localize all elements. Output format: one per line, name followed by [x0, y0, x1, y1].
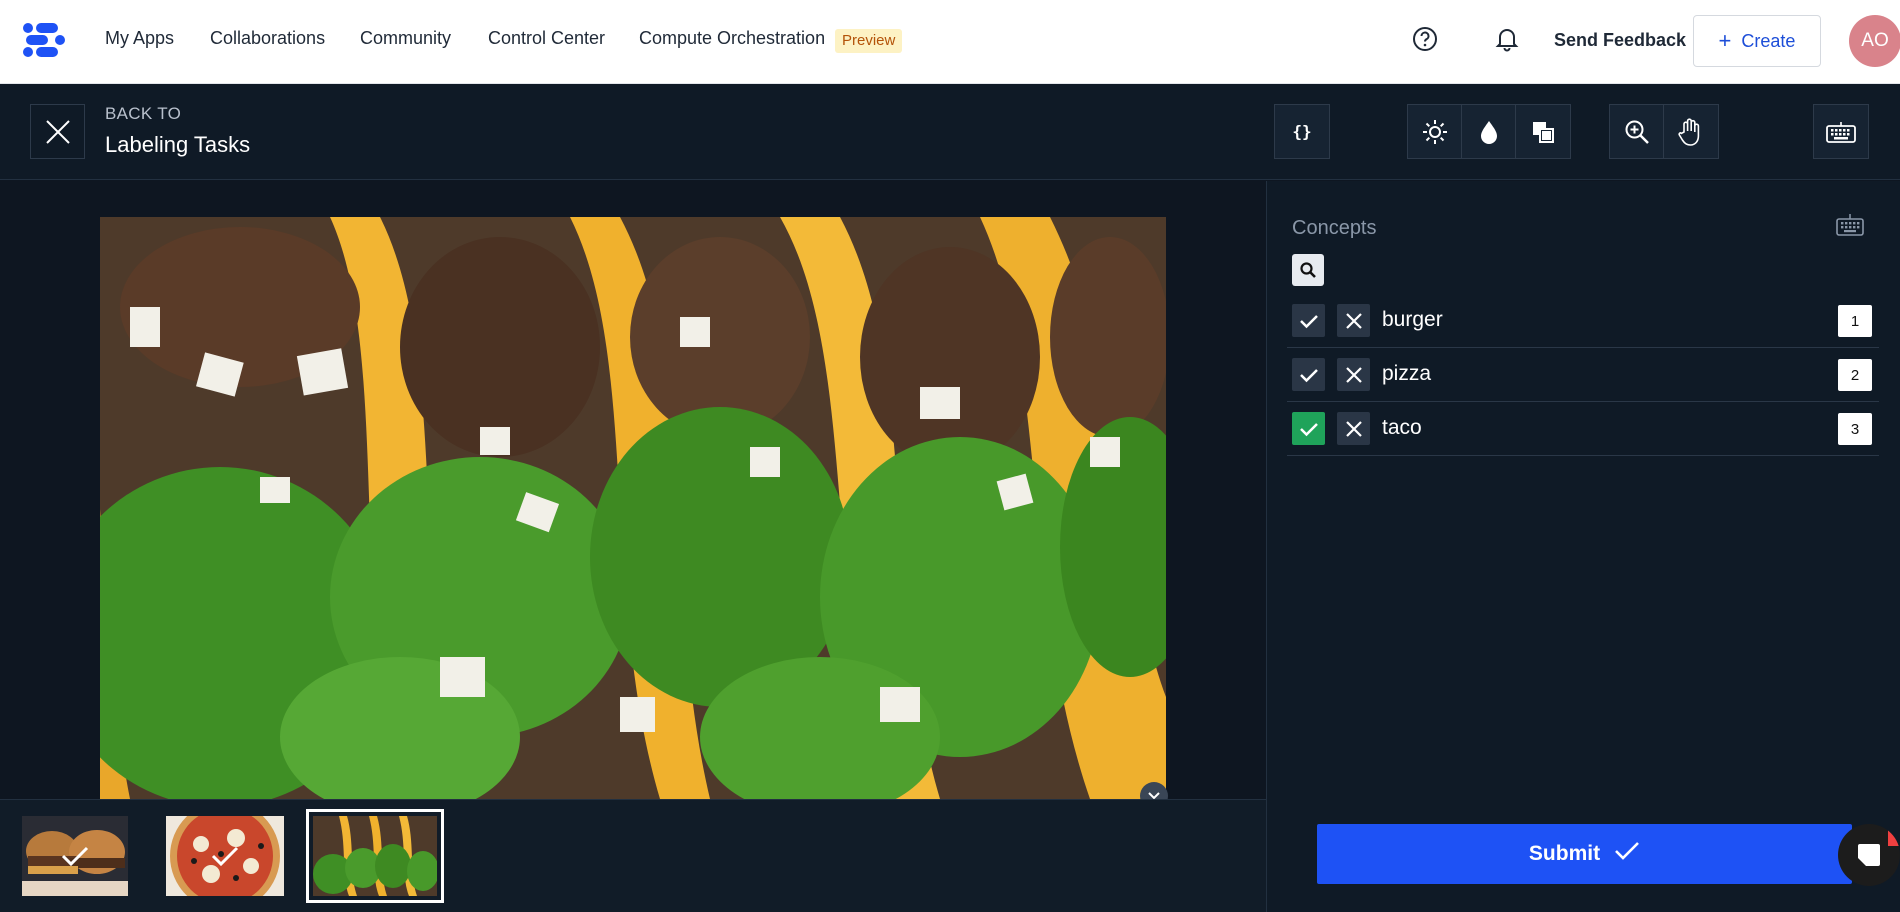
nav-control-center[interactable]: Control Center	[488, 28, 605, 49]
create-button[interactable]: + Create	[1693, 15, 1821, 67]
accept-concept-button[interactable]	[1292, 412, 1325, 445]
concept-row-pizza: pizza 2	[1287, 347, 1879, 402]
view-tool-group	[1609, 104, 1719, 159]
image-adjust-tool-group	[1407, 104, 1571, 159]
reject-concept-button[interactable]	[1337, 358, 1370, 391]
nav-community[interactable]: Community	[360, 28, 451, 49]
bell-icon[interactable]	[1492, 24, 1522, 54]
plus-icon: +	[1718, 28, 1732, 53]
thumbnail-strip	[0, 799, 1266, 912]
keyboard-tool-group	[1813, 104, 1869, 159]
concept-label: burger	[1382, 308, 1443, 331]
chat-widget-icon[interactable]	[1838, 824, 1900, 886]
shortcut-key: 3	[1838, 413, 1872, 445]
clarifai-logo-icon[interactable]	[22, 20, 68, 60]
keyboard-icon[interactable]	[1814, 105, 1868, 158]
pan-hand-icon[interactable]	[1664, 105, 1718, 158]
back-to-labeling-tasks-link[interactable]: Labeling Tasks	[105, 132, 250, 158]
accept-concept-button[interactable]	[1292, 358, 1325, 391]
notification-dot	[1888, 824, 1900, 846]
send-feedback-link[interactable]: Send Feedback	[1554, 30, 1686, 51]
annotation-canvas[interactable]	[0, 181, 1266, 799]
search-icon[interactable]	[1292, 254, 1324, 286]
thumbnail-pizza[interactable]	[166, 816, 284, 896]
labeling-toolbar: BACK TO Labeling Tasks {}	[0, 84, 1900, 180]
nav-my-apps[interactable]: My Apps	[105, 28, 174, 49]
avatar[interactable]: AO	[1849, 15, 1900, 67]
concepts-title: Concepts	[1292, 217, 1377, 239]
brightness-icon[interactable]	[1408, 105, 1462, 158]
labeled-check-icon	[22, 816, 128, 896]
zoom-in-icon[interactable]	[1610, 105, 1664, 158]
nav-collaborations[interactable]: Collaborations	[210, 28, 325, 49]
keyboard-shortcuts-icon[interactable]	[1835, 211, 1865, 242]
labeled-check-icon	[166, 816, 284, 896]
preview-badge: Preview	[835, 29, 903, 53]
contrast-icon[interactable]	[1462, 105, 1516, 158]
main-input-image[interactable]	[100, 217, 1166, 799]
thumbnail-taco[interactable]	[306, 809, 444, 903]
shortcut-key: 2	[1838, 359, 1872, 391]
invert-icon[interactable]	[1516, 105, 1570, 158]
concept-label: taco	[1382, 416, 1422, 439]
concepts-panel: Concepts burger 1 pizza 2 taco 3 Submit	[1267, 181, 1900, 912]
back-to-label: BACK TO	[105, 104, 182, 123]
submit-button[interactable]: Submit	[1317, 824, 1852, 884]
accept-concept-button[interactable]	[1292, 304, 1325, 337]
code-tool-group: {}	[1274, 104, 1330, 159]
reject-concept-button[interactable]	[1337, 304, 1370, 337]
close-icon[interactable]	[30, 104, 85, 159]
concept-row-taco: taco 3	[1287, 401, 1879, 456]
concept-label: pizza	[1382, 362, 1432, 385]
submit-button-label: Submit	[1528, 842, 1601, 865]
check-icon	[1614, 840, 1640, 868]
help-icon[interactable]	[1410, 24, 1440, 54]
nav-compute-orchestration[interactable]: Compute Orchestration	[639, 28, 825, 49]
create-button-label: Create	[1741, 30, 1796, 51]
code-icon[interactable]: {}	[1275, 105, 1329, 158]
thumbnail-burger[interactable]	[22, 816, 128, 896]
shortcut-key: 1	[1838, 305, 1872, 337]
concept-row-burger: burger 1	[1287, 293, 1879, 348]
reject-concept-button[interactable]	[1337, 412, 1370, 445]
top-navigation: My Apps Collaborations Community Control…	[0, 0, 1900, 84]
